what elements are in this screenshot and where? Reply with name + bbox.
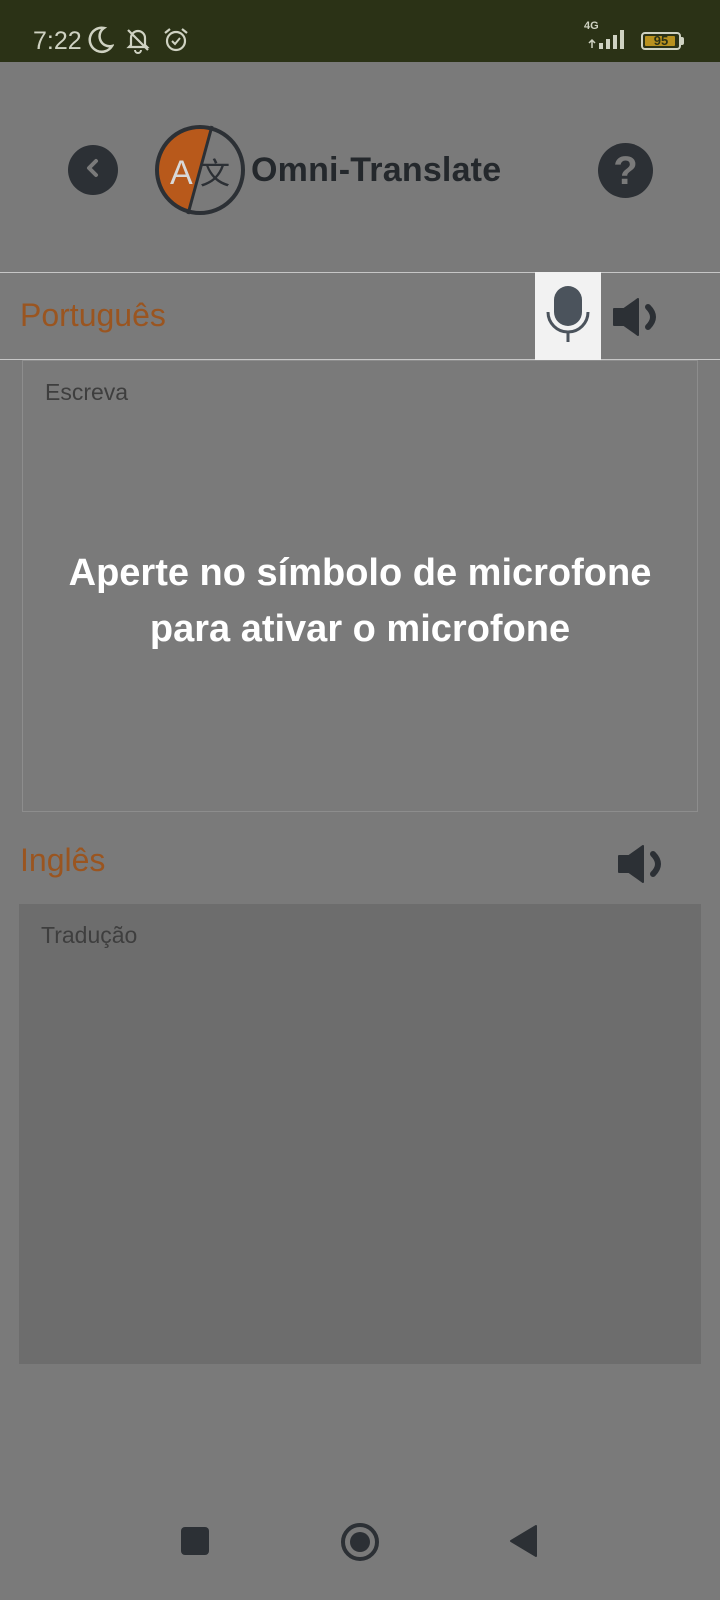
- battery-percentage: 95: [653, 32, 669, 48]
- app-title: Omni-Translate: [251, 151, 502, 189]
- network-type: 4G: [584, 20, 599, 32]
- target-speaker-button[interactable]: [617, 844, 671, 884]
- help-button[interactable]: ?: [598, 143, 653, 198]
- back-button[interactable]: [68, 145, 118, 195]
- logo-letter-a: A: [170, 154, 193, 192]
- logo-letter-wen: 文: [200, 157, 230, 192]
- bell-off-icon: [124, 26, 152, 59]
- tutorial-message-line1: Aperte no símbolo de microfone: [68, 552, 652, 594]
- back-nav-button[interactable]: [508, 1524, 538, 1563]
- tutorial-message: Aperte no símbolo de microfone para ativ…: [0, 545, 720, 657]
- speaker-icon: [612, 298, 666, 341]
- battery-icon: 95: [641, 31, 684, 50]
- speaker-icon: [617, 845, 671, 888]
- tutorial-message-line2: para ativar o microfone: [149, 608, 571, 650]
- source-language-label[interactable]: Português: [20, 295, 166, 335]
- app-logo: A 文: [154, 124, 246, 216]
- source-placeholder: Escreva: [45, 379, 129, 405]
- status-bar: 7:22 4G 95: [0, 0, 720, 62]
- translation-placeholder: Tradução: [41, 922, 138, 948]
- question-mark-icon: ?: [613, 148, 638, 193]
- signal-icon: 4G: [584, 20, 631, 55]
- status-icons-right: 4G 95: [584, 20, 684, 55]
- home-circle-icon: [340, 1523, 380, 1566]
- app-header: A 文 Omni-Translate ?: [0, 62, 720, 272]
- alarm-icon: [162, 26, 190, 59]
- battery-indicator: 95: [641, 31, 681, 50]
- moon-icon: [88, 26, 115, 59]
- home-button[interactable]: [340, 1522, 380, 1567]
- target-language-label[interactable]: Inglês: [20, 840, 105, 880]
- microphone-icon: [545, 284, 591, 349]
- square-icon: [180, 1527, 210, 1560]
- source-speaker-button[interactable]: [612, 297, 666, 337]
- chevron-left-icon: [81, 156, 105, 185]
- translation-output: Tradução: [19, 904, 701, 1364]
- battery-nub: [681, 36, 684, 45]
- triangle-back-icon: [508, 1525, 538, 1562]
- status-time: 7:22: [33, 27, 82, 55]
- system-nav-bar: [0, 1490, 720, 1600]
- microphone-button[interactable]: [535, 272, 601, 361]
- status-icons-left: [88, 26, 190, 59]
- recents-button[interactable]: [180, 1526, 210, 1561]
- source-language-row: Português: [0, 272, 720, 361]
